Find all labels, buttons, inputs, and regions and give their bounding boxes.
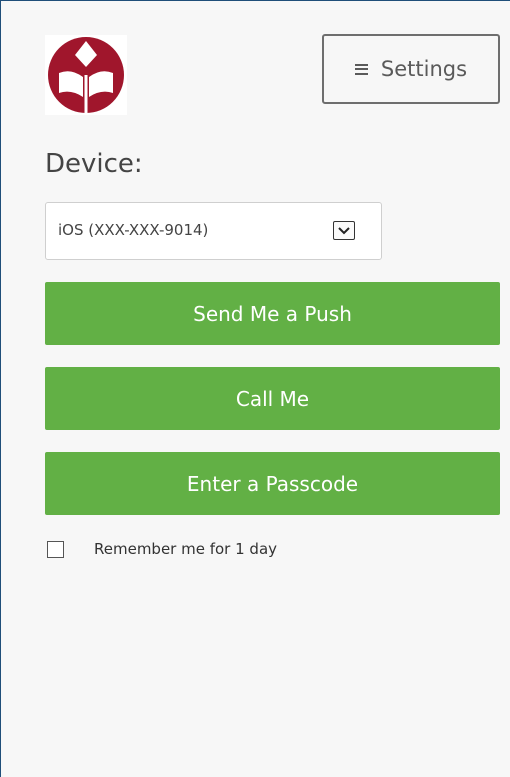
remember-checkbox[interactable]: [47, 540, 64, 558]
settings-label: Settings: [380, 57, 468, 81]
device-select-value: iOS (XXX-XXX-9014): [58, 221, 209, 239]
settings-button[interactable]: Settings: [322, 34, 500, 104]
call-me-button[interactable]: Call Me: [45, 367, 500, 430]
auth-frame: Settings Device: iOS (XXX-XXX-9014) Send…: [0, 0, 510, 777]
remember-me[interactable]: Remember me for 1 day: [47, 540, 277, 558]
enter-passcode-button[interactable]: Enter a Passcode: [45, 452, 500, 515]
university-logo-icon: [45, 35, 127, 115]
send-push-button[interactable]: Send Me a Push: [45, 282, 500, 345]
device-label: Device:: [45, 149, 143, 179]
hamburger-menu-icon: [354, 63, 368, 75]
remember-label: Remember me for 1 day: [94, 540, 278, 558]
device-select[interactable]: iOS (XXX-XXX-9014): [45, 202, 382, 260]
chevron-down-icon[interactable]: [333, 221, 355, 240]
